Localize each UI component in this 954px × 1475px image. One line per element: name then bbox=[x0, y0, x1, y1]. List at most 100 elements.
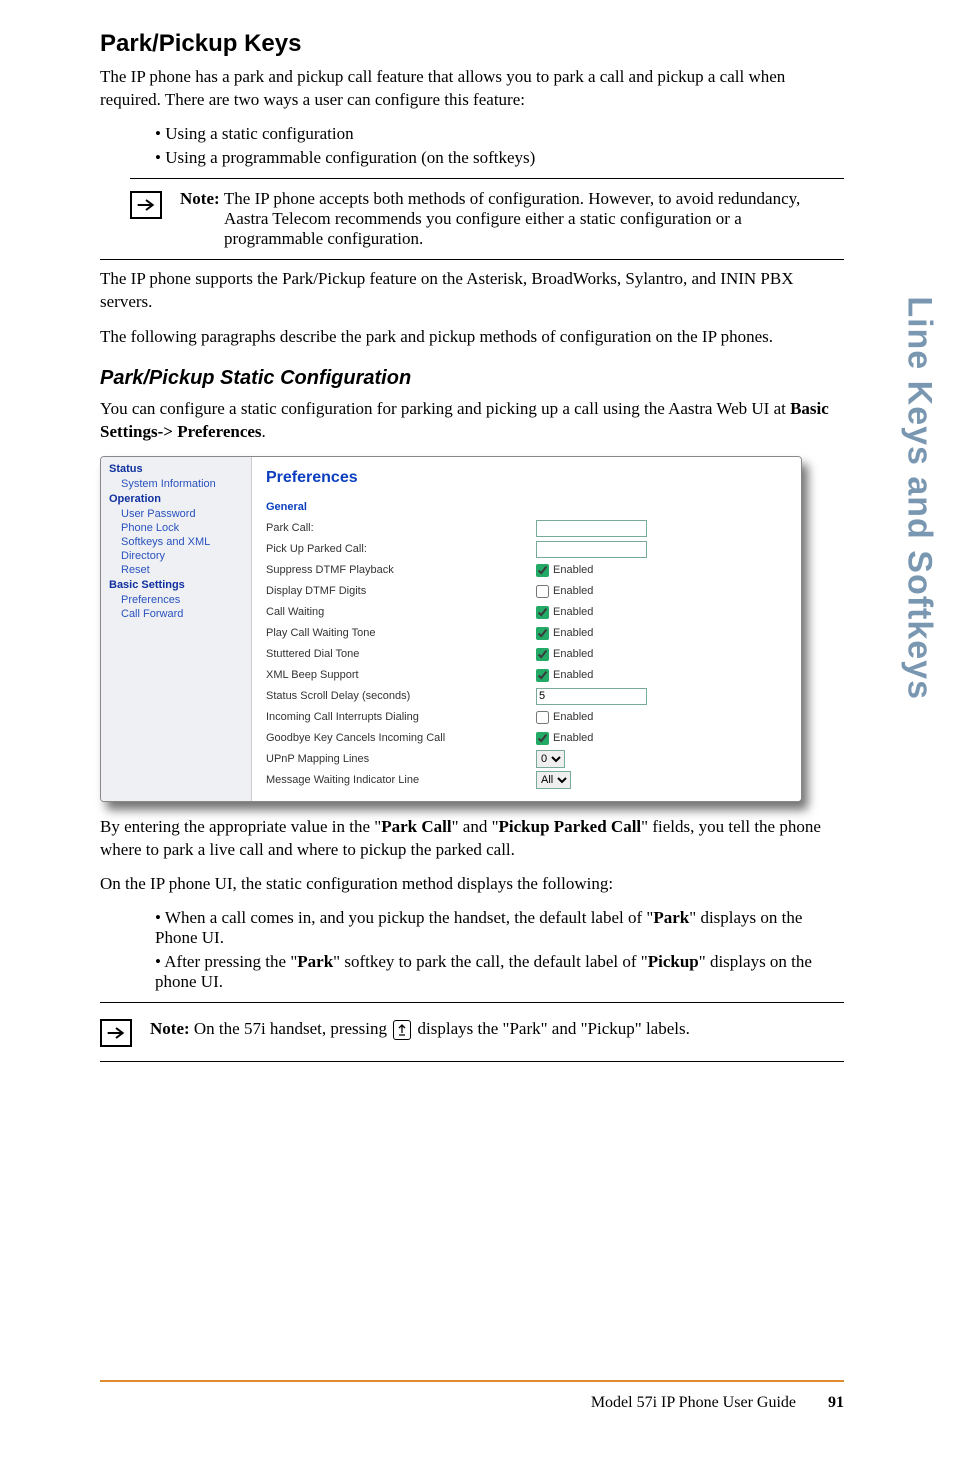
webui-nav: Status System Information Operation User… bbox=[101, 457, 252, 801]
label-stuttered: Stuttered Dial Tone bbox=[266, 648, 536, 660]
footer-rule bbox=[100, 1380, 844, 1382]
nav-item-preferences[interactable]: Preferences bbox=[101, 593, 251, 607]
checkbox-suppress-dtmf[interactable] bbox=[536, 564, 549, 577]
label-incoming-interrupts: Incoming Call Interrupts Dialing bbox=[266, 711, 536, 723]
text-run: displays the "Park" and "Pickup" labels. bbox=[413, 1019, 690, 1038]
static-display-list: When a call comes in, and you pickup the… bbox=[100, 908, 844, 992]
divider bbox=[100, 1002, 844, 1003]
checkbox-label: Enabled bbox=[553, 627, 593, 639]
row-call-waiting: Call Waiting Enabled bbox=[266, 602, 787, 623]
nav-item-phone-lock[interactable]: Phone Lock bbox=[101, 521, 251, 535]
page-footer: Model 57i IP Phone User Guide 91 bbox=[591, 1394, 844, 1412]
row-park-call: Park Call: bbox=[266, 518, 787, 539]
heading-park-pickup-keys: Park/Pickup Keys bbox=[100, 30, 844, 58]
divider bbox=[100, 259, 844, 260]
section-general: General bbox=[266, 501, 787, 518]
row-incoming-interrupts: Incoming Call Interrupts Dialing Enabled bbox=[266, 707, 787, 728]
checkbox-label: Enabled bbox=[553, 585, 593, 597]
checkbox-call-waiting[interactable] bbox=[536, 606, 549, 619]
checkbox-label: Enabled bbox=[553, 564, 593, 576]
checkbox-label: Enabled bbox=[553, 732, 593, 744]
label-goodbye: Goodbye Key Cancels Incoming Call bbox=[266, 732, 536, 744]
nav-group-status: Status bbox=[101, 461, 251, 477]
note-block: Note: On the 57i handset, pressing displ… bbox=[100, 1013, 844, 1051]
list-item: When a call comes in, and you pickup the… bbox=[155, 908, 844, 948]
row-scroll-delay: Status Scroll Delay (seconds) bbox=[266, 686, 787, 707]
text-run: " softkey to park the call, the default … bbox=[333, 952, 648, 971]
config-methods-list: Using a static configuration Using a pro… bbox=[100, 124, 844, 168]
text-run: By entering the appropriate value in the… bbox=[100, 817, 381, 836]
nav-item-user-password[interactable]: User Password bbox=[101, 507, 251, 521]
list-item: Using a static configuration bbox=[155, 124, 844, 144]
footer-page-number: 91 bbox=[828, 1394, 844, 1411]
handset-key-icon bbox=[393, 1020, 411, 1040]
checkbox-label: Enabled bbox=[553, 669, 593, 681]
nav-item-system-information[interactable]: System Information bbox=[101, 477, 251, 491]
text-run-bold: Park Call bbox=[381, 817, 451, 836]
row-display-dtmf: Display DTMF Digits Enabled bbox=[266, 581, 787, 602]
footer-title: Model 57i IP Phone User Guide bbox=[591, 1394, 796, 1411]
nav-item-reset[interactable]: Reset bbox=[101, 563, 251, 577]
side-tab-title: Line Keys and Softkeys bbox=[900, 296, 939, 700]
note-arrow-icon bbox=[130, 191, 162, 219]
note-label: Note: bbox=[180, 189, 224, 208]
label-call-waiting: Call Waiting bbox=[266, 606, 536, 618]
input-park-call[interactable] bbox=[536, 520, 647, 537]
list-item: Using a programmable configuration (on t… bbox=[155, 148, 844, 168]
note-arrow-icon bbox=[100, 1019, 132, 1047]
note-text: Note: The IP phone accepts both methods … bbox=[180, 189, 844, 249]
text-run-bold: Park bbox=[653, 908, 689, 927]
nav-group-basic-settings: Basic Settings bbox=[101, 577, 251, 593]
checkbox-stuttered[interactable] bbox=[536, 648, 549, 661]
select-upnp[interactable]: 0 bbox=[536, 750, 565, 768]
label-upnp: UPnP Mapping Lines bbox=[266, 753, 536, 765]
nav-item-call-forward[interactable]: Call Forward bbox=[101, 607, 251, 621]
checkbox-play-cw-tone[interactable] bbox=[536, 627, 549, 640]
row-xml-beep: XML Beep Support Enabled bbox=[266, 665, 787, 686]
text-run: . bbox=[262, 422, 266, 441]
text-run-bold: Pickup Parked Call bbox=[499, 817, 642, 836]
row-stuttered: Stuttered Dial Tone Enabled bbox=[266, 644, 787, 665]
checkbox-incoming-interrupts[interactable] bbox=[536, 711, 549, 724]
text-run: You can configure a static configuration… bbox=[100, 399, 790, 418]
label-suppress-dtmf: Suppress DTMF Playback bbox=[266, 564, 536, 576]
body-paragraph: By entering the appropriate value in the… bbox=[100, 816, 844, 862]
checkbox-goodbye[interactable] bbox=[536, 732, 549, 745]
heading-static-config: Park/Pickup Static Configuration bbox=[100, 367, 844, 390]
input-scroll-delay[interactable] bbox=[536, 688, 647, 705]
note-label: Note: bbox=[150, 1019, 194, 1038]
text-run: After pressing the " bbox=[164, 952, 297, 971]
row-play-cw-tone: Play Call Waiting Tone Enabled bbox=[266, 623, 787, 644]
label-display-dtmf: Display DTMF Digits bbox=[266, 585, 536, 597]
intro-paragraph: The IP phone has a park and pickup call … bbox=[100, 66, 844, 112]
note-block: Note: The IP phone accepts both methods … bbox=[130, 185, 844, 253]
divider bbox=[100, 1061, 844, 1062]
row-pickup-parked: Pick Up Parked Call: bbox=[266, 539, 787, 560]
label-mwi: Message Waiting Indicator Line bbox=[266, 774, 536, 786]
webui-screenshot: Status System Information Operation User… bbox=[100, 456, 802, 802]
row-mwi: Message Waiting Indicator Line All bbox=[266, 770, 787, 791]
body-paragraph: You can configure a static configuration… bbox=[100, 398, 844, 444]
text-run-bold: Pickup bbox=[648, 952, 699, 971]
checkbox-display-dtmf[interactable] bbox=[536, 585, 549, 598]
text-run: When a call comes in, and you pickup the… bbox=[165, 908, 653, 927]
body-paragraph: On the IP phone UI, the static configura… bbox=[100, 873, 844, 896]
nav-group-operation: Operation bbox=[101, 491, 251, 507]
row-upnp: UPnP Mapping Lines 0 bbox=[266, 749, 787, 770]
checkbox-label: Enabled bbox=[553, 711, 593, 723]
body-paragraph: The IP phone supports the Park/Pickup fe… bbox=[100, 268, 844, 314]
text-run-bold: Park bbox=[297, 952, 333, 971]
input-pickup-parked[interactable] bbox=[536, 541, 647, 558]
select-mwi[interactable]: All bbox=[536, 771, 571, 789]
divider bbox=[130, 178, 844, 179]
label-pickup-parked: Pick Up Parked Call: bbox=[266, 543, 536, 555]
note-body: The IP phone accepts both methods of con… bbox=[224, 189, 800, 248]
nav-item-softkeys-xml[interactable]: Softkeys and XML bbox=[101, 535, 251, 549]
nav-item-directory[interactable]: Directory bbox=[101, 549, 251, 563]
text-run: On the 57i handset, pressing bbox=[194, 1019, 391, 1038]
text-run: " and " bbox=[452, 817, 499, 836]
checkbox-xml-beep[interactable] bbox=[536, 669, 549, 682]
label-scroll-delay: Status Scroll Delay (seconds) bbox=[266, 690, 536, 702]
label-xml-beep: XML Beep Support bbox=[266, 669, 536, 681]
list-item: After pressing the "Park" softkey to par… bbox=[155, 952, 844, 992]
